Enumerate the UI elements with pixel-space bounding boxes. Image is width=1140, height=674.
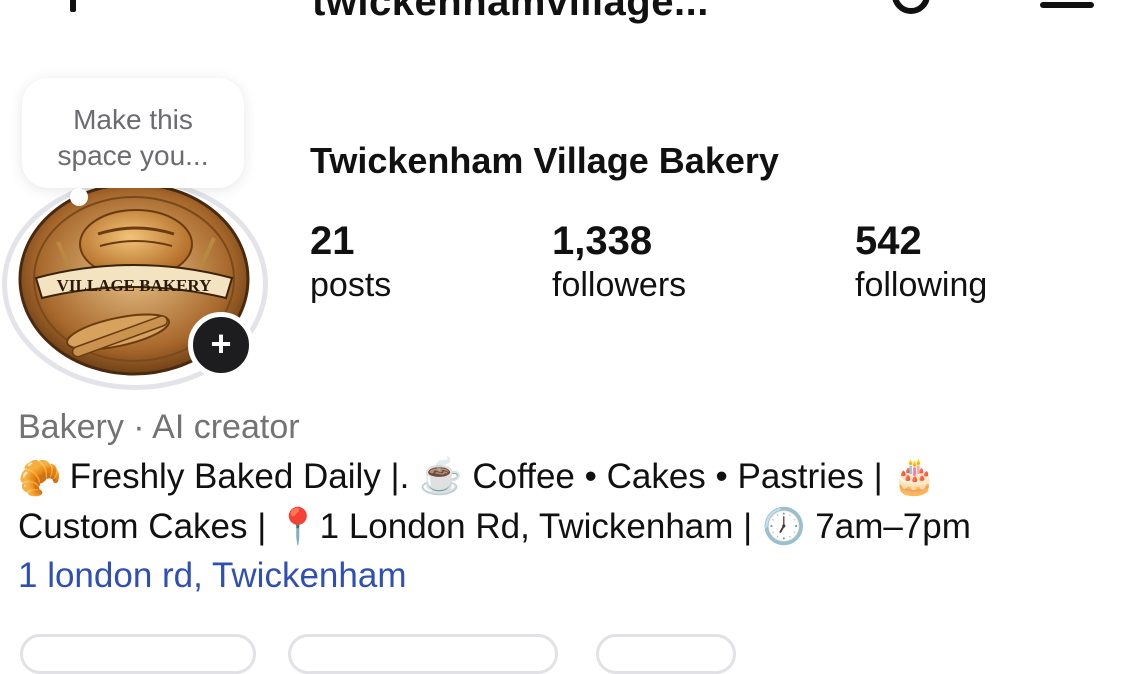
note-bubble-tail [70,188,88,206]
stat-label: following [855,266,988,304]
plus-icon: + [210,322,232,364]
stat-value: 21 [310,219,355,263]
note-bubble[interactable]: Make this space you... [22,78,244,188]
profile-handle[interactable]: twickenhamvillage... [312,0,709,25]
contact-button[interactable] [596,634,736,674]
menu-icon[interactable] [1040,2,1094,8]
profile-avatar[interactable]: VILLAGE BAKERY + [0,172,270,394]
location-link[interactable]: 1 london rd, Twickenham [18,556,406,596]
posts-count[interactable]: 21 posts [310,218,391,306]
top-bar: twickenhamvillage... [0,0,1140,24]
threads-icon[interactable] [892,0,930,14]
edit-profile-button[interactable] [20,634,256,674]
share-profile-button[interactable] [288,634,558,674]
bio-text: Freshly Baked Daily |. ☕ Coffee • Cakes … [69,457,937,496]
followers-count[interactable]: 1,338 followers [552,218,686,306]
following-count[interactable]: 542 following [855,218,987,306]
back-arrow-icon[interactable] [70,0,76,12]
bio-line-1: 🥐 Freshly Baked Daily |. ☕ Coffee • Cakes… [18,456,936,499]
note-text: Make this space you... [57,104,209,171]
stat-value: 542 [855,219,922,263]
stat-label: posts [310,266,392,304]
stat-label: followers [552,266,687,304]
bio-line-2: Custom Cakes | 📍1 London Rd, Twickenham … [18,507,971,546]
stat-value: 1,338 [552,219,653,263]
croissant-icon: 🥐 [18,459,62,499]
profile-display-name: Twickenham Village Bakery [310,140,779,181]
add-story-button[interactable]: + [188,312,254,378]
logo-text: VILLAGE BAKERY [57,276,212,295]
profile-category: Bakery · AI creator [18,408,300,446]
